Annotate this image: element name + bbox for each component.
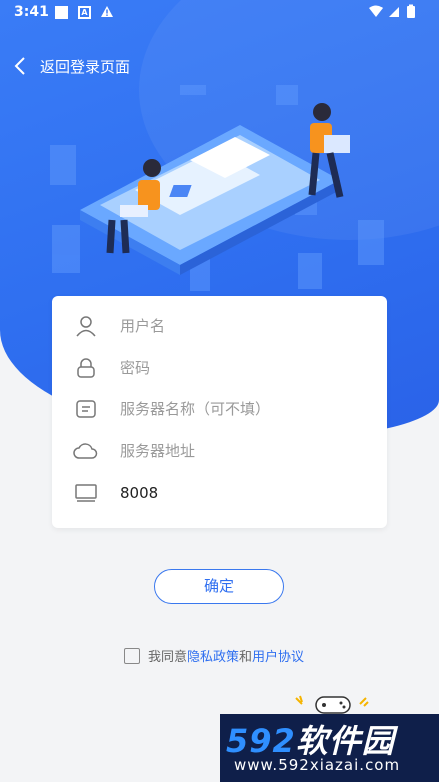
user-icon [72, 315, 100, 337]
agreement-row: 我同意 隐私政策和用户协议 [124, 646, 304, 665]
password-input[interactable] [120, 359, 350, 377]
back-button[interactable]: 返回登录页面 [14, 52, 130, 80]
server-name-input[interactable] [120, 400, 350, 418]
cloud-icon [72, 440, 100, 462]
password-row [72, 348, 367, 388]
confirm-button[interactable]: 确定 [154, 569, 284, 604]
agreement-prefix: 我同意 [148, 650, 188, 665]
server-address-input[interactable] [120, 442, 350, 460]
warning-icon [101, 6, 113, 17]
lock-icon [72, 357, 100, 379]
monitor-icon [72, 482, 100, 504]
watermark-logo: 592软件园 www.592xiazai.com [220, 714, 439, 782]
back-label: 返回登录页面 [40, 57, 131, 76]
watermark-url: www.592xiazai.com [234, 756, 401, 774]
server-name-row [72, 389, 367, 429]
agreement-checkbox[interactable] [124, 647, 140, 664]
notification-square-icon [55, 6, 68, 19]
agreement-and: 和 [239, 650, 253, 665]
server-address-row [72, 431, 367, 471]
status-right [367, 4, 427, 24]
user-agreement-link[interactable]: 用户协议 [252, 646, 304, 665]
login-illustration [50, 85, 384, 291]
wifi-signal-battery-icon [369, 4, 415, 18]
privacy-policy-link[interactable]: 隐私政策 [187, 646, 239, 665]
username-input[interactable] [120, 317, 350, 335]
gamepad-mascot-icon [295, 695, 369, 714]
port-row [72, 473, 367, 513]
port-input[interactable] [120, 484, 350, 502]
server-name-icon [72, 398, 100, 420]
login-form-card [52, 296, 387, 528]
watermark-cn: 软件园 [295, 722, 395, 760]
watermark-digits: 592 [226, 722, 296, 760]
notification-a-icon: A [78, 6, 91, 19]
status-time: 3:41 [14, 4, 49, 20]
status-bar: 3:41 A [0, 0, 439, 26]
chevron-left-icon [14, 57, 25, 75]
username-row [72, 306, 367, 346]
